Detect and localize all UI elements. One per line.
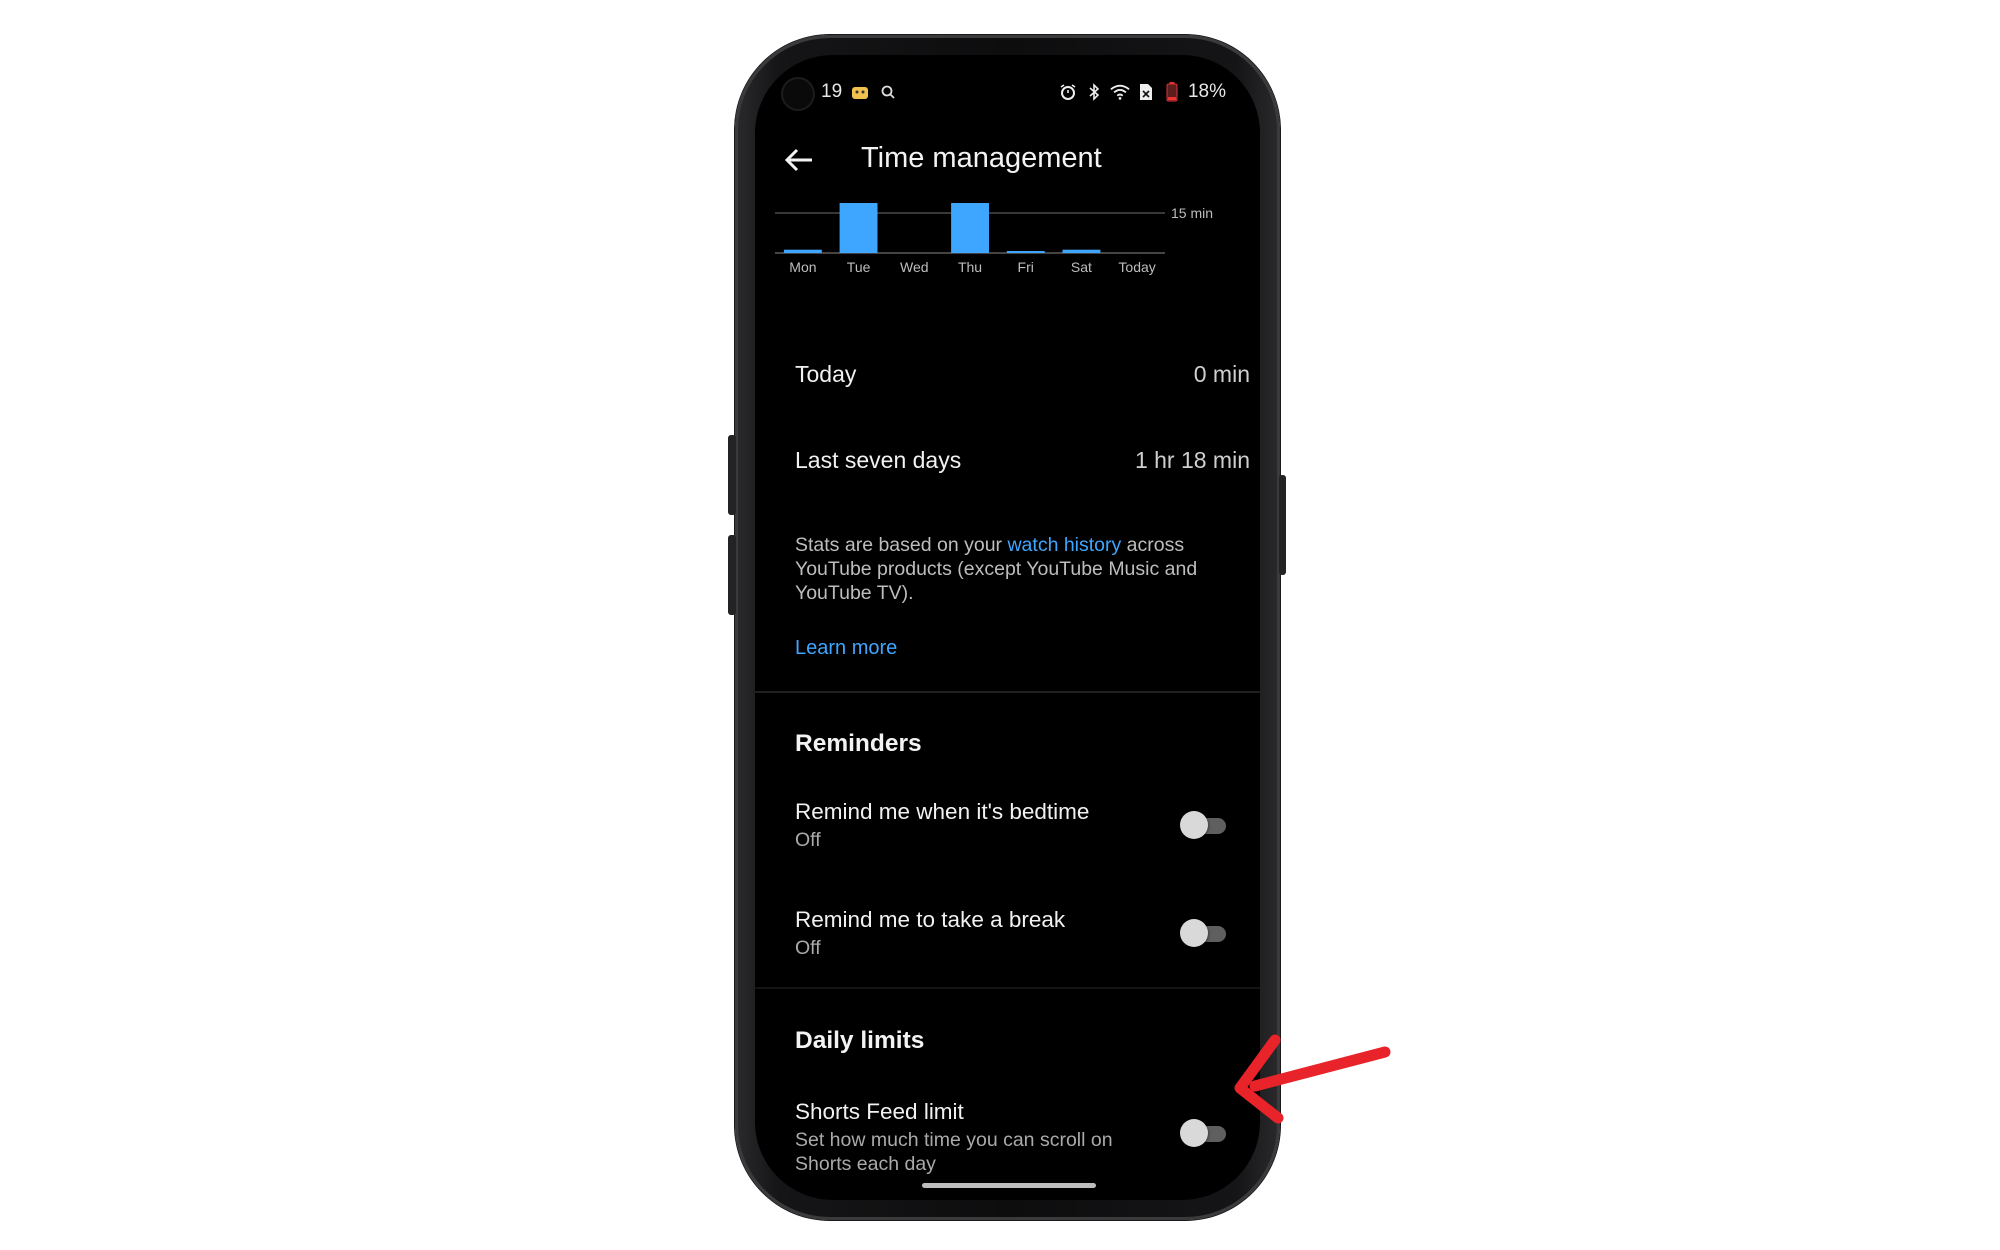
chart-bar-thu xyxy=(951,203,989,253)
home-indicator xyxy=(922,1183,1096,1188)
bluetooth-icon xyxy=(1084,82,1104,102)
wifi-icon xyxy=(1110,82,1130,102)
chart-reference-label: 15 min xyxy=(1171,205,1213,221)
last-seven-days-label: Last seven days xyxy=(795,447,962,473)
chart-bar-sat xyxy=(1062,249,1101,253)
learn-more-link[interactable]: Learn more xyxy=(795,637,897,660)
annotation-arrow xyxy=(1234,1034,1391,1124)
phone-side-button xyxy=(728,535,736,615)
front-camera xyxy=(783,79,813,109)
search-notification-icon xyxy=(878,82,898,102)
break-reminder-title: Remind me to take a break xyxy=(795,907,1066,932)
section-divider xyxy=(755,691,1260,693)
bedtime-reminder-title: Remind me when it's bedtime xyxy=(795,799,1090,824)
section-divider xyxy=(755,987,1260,989)
today-value: 0 min xyxy=(1193,361,1250,387)
alarm-icon xyxy=(1058,82,1078,102)
shorts-feed-limit-description: Set how much time you can scroll on Shor… xyxy=(795,1129,1113,1175)
usage-bar-chart: 15 min Mon Tue Wed Thu Fri Sat Today xyxy=(775,203,1213,275)
shorts-feed-limit-title: Shorts Feed limit xyxy=(795,1099,964,1124)
break-reminder-status: Off xyxy=(795,937,821,959)
break-reminder-toggle[interactable] xyxy=(1180,918,1228,948)
last-seven-days-row: Last seven days 1 hr 18 min xyxy=(795,447,1250,474)
back-button[interactable] xyxy=(777,138,821,182)
phone-side-button xyxy=(1279,475,1286,575)
toggle-knob xyxy=(1180,1119,1208,1147)
phone-frame: 19 18% Time management 15 min Mon Tue We… xyxy=(728,35,1286,1220)
chart-x-label-today: Today xyxy=(1118,259,1155,275)
toggle-knob xyxy=(1180,811,1208,839)
chart-bar-fri xyxy=(1006,251,1045,253)
info-text-before: Stats are based on your xyxy=(795,534,1008,556)
page-title: Time management xyxy=(861,142,1102,174)
screen: 19 18% Time management 15 min Mon Tue We… xyxy=(755,55,1260,1200)
shorts-feed-limit-setting[interactable]: Shorts Feed limit Set how much time you … xyxy=(795,1098,1215,1176)
stats-info-text: Stats are based on your watch history ac… xyxy=(795,533,1235,605)
bedtime-reminder-status: Off xyxy=(795,829,821,851)
today-label: Today xyxy=(795,361,857,387)
status-bar-right: 18% xyxy=(1058,81,1226,103)
chart-x-label-thu: Thu xyxy=(958,259,982,275)
status-bar-left: 19 xyxy=(821,81,898,103)
status-time: 19 xyxy=(821,81,843,102)
toggle-knob xyxy=(1180,919,1208,947)
chart-bar-tue xyxy=(839,203,878,253)
chart-bar-mon xyxy=(783,249,822,253)
bedtime-reminder-setting[interactable]: Remind me when it's bedtime Off xyxy=(795,798,1215,852)
last-seven-days-value: 1 hr 18 min xyxy=(1134,447,1250,473)
chart-x-label-fri: Fri xyxy=(1018,259,1034,275)
battery-percent: 18% xyxy=(1187,81,1226,102)
bedtime-reminder-toggle[interactable] xyxy=(1180,810,1228,840)
app-header: Time management xyxy=(755,130,1260,190)
battery-icon xyxy=(1162,82,1182,102)
app-notification-icon xyxy=(850,82,870,102)
today-row: Today 0 min xyxy=(795,361,1250,388)
back-arrow-icon xyxy=(784,148,812,172)
watch-history-link[interactable]: watch history xyxy=(1007,534,1121,556)
break-reminder-setting[interactable]: Remind me to take a break Off xyxy=(795,906,1215,960)
chart-x-label-wed: Wed xyxy=(900,259,929,275)
chart-x-label-sat: Sat xyxy=(1071,259,1092,275)
daily-limits-heading: Daily limits xyxy=(795,1027,925,1054)
stage: 19 18% Time management 15 min Mon Tue We… xyxy=(0,0,2000,1250)
reminders-heading: Reminders xyxy=(795,730,922,757)
chart-x-label-tue: Tue xyxy=(847,259,871,275)
phone-side-button xyxy=(728,435,736,515)
no-sim-icon xyxy=(1136,82,1156,102)
chart-x-label-mon: Mon xyxy=(789,259,816,275)
